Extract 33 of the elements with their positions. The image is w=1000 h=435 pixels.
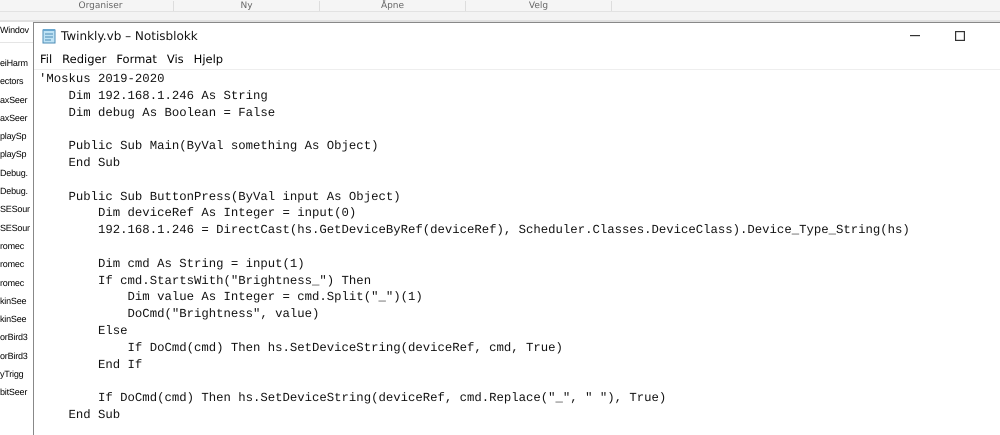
file-name[interactable]: yTrigg: [0, 366, 33, 384]
menu-item[interactable]: Hjelp: [192, 52, 228, 66]
file-name[interactable]: axSeer: [0, 110, 33, 128]
file-name[interactable]: romec: [0, 256, 33, 275]
toolbar-item[interactable]: Ny: [174, 1, 320, 11]
toolbar-item[interactable]: Åpne: [320, 1, 466, 11]
maximize-icon[interactable]: [955, 31, 965, 41]
file-name[interactable]: SESour: [0, 220, 33, 238]
file-name[interactable]: eiHarm: [0, 55, 33, 74]
menu-item[interactable]: Rediger: [60, 52, 112, 66]
file-name[interactable]: kinSee: [0, 292, 33, 312]
file-name[interactable]: axSeer: [0, 92, 33, 110]
window-title: Twinkly.vb – Notisblokk: [61, 29, 198, 43]
notepad-icon: [41, 28, 57, 44]
file-name[interactable]: bitSeer: [0, 384, 33, 403]
file-name[interactable]: playSp: [0, 128, 33, 146]
file-name[interactable]: Debug.: [0, 183, 33, 202]
file-name[interactable]: orBird3: [0, 329, 33, 348]
file-name[interactable]: ectors: [0, 73, 33, 92]
minimize-icon[interactable]: [910, 35, 920, 37]
file-name[interactable]: orBird3: [0, 348, 33, 366]
file-name[interactable]: kinSee: [0, 311, 33, 330]
menu-item[interactable]: Vis: [164, 52, 189, 66]
code-text[interactable]: 'Moskus 2019-2020 Dim 192.168.1.246 As String Dim debug As Boolean = False Public Sub Main(ByVal something As Object) End Sub Public Sub ButtonPress(ByVal input As Object) Dim deviceRef As Integer = input(0) 192.168.1.246 = DirectCast(hs.GetDeviceByRef(deviceRef), Scheduler.Classes.DeviceClass).Device_Type_String(hs) Dim cmd As String = input(1) If cmd.StartsWith("Brightness_") Then Dim value As Integer = cmd.Split("_")(1) DoCmd("Brightness", value) Else If DoCmd(cmd) Then hs.SetDeviceString(deviceRef, cmd, True) End If If DoCmd(cmd) Then hs.SetDeviceString(deviceRef, cmd.Replace("_", " "), True) End Sub: [34, 70, 1000, 424]
file-name[interactable]: Debug.: [0, 164, 33, 184]
toolbar-item[interactable]: Organiser: [28, 1, 174, 11]
menu-item[interactable]: Fil: [38, 52, 58, 66]
file-name[interactable]: romec: [0, 274, 33, 293]
file-name[interactable]: playSp: [0, 146, 33, 165]
menu-item[interactable]: Format: [114, 52, 162, 66]
file-name[interactable]: romec: [0, 238, 33, 256]
file-name[interactable]: SESour: [0, 201, 33, 220]
toolbar-item[interactable]: Velg: [466, 1, 612, 11]
